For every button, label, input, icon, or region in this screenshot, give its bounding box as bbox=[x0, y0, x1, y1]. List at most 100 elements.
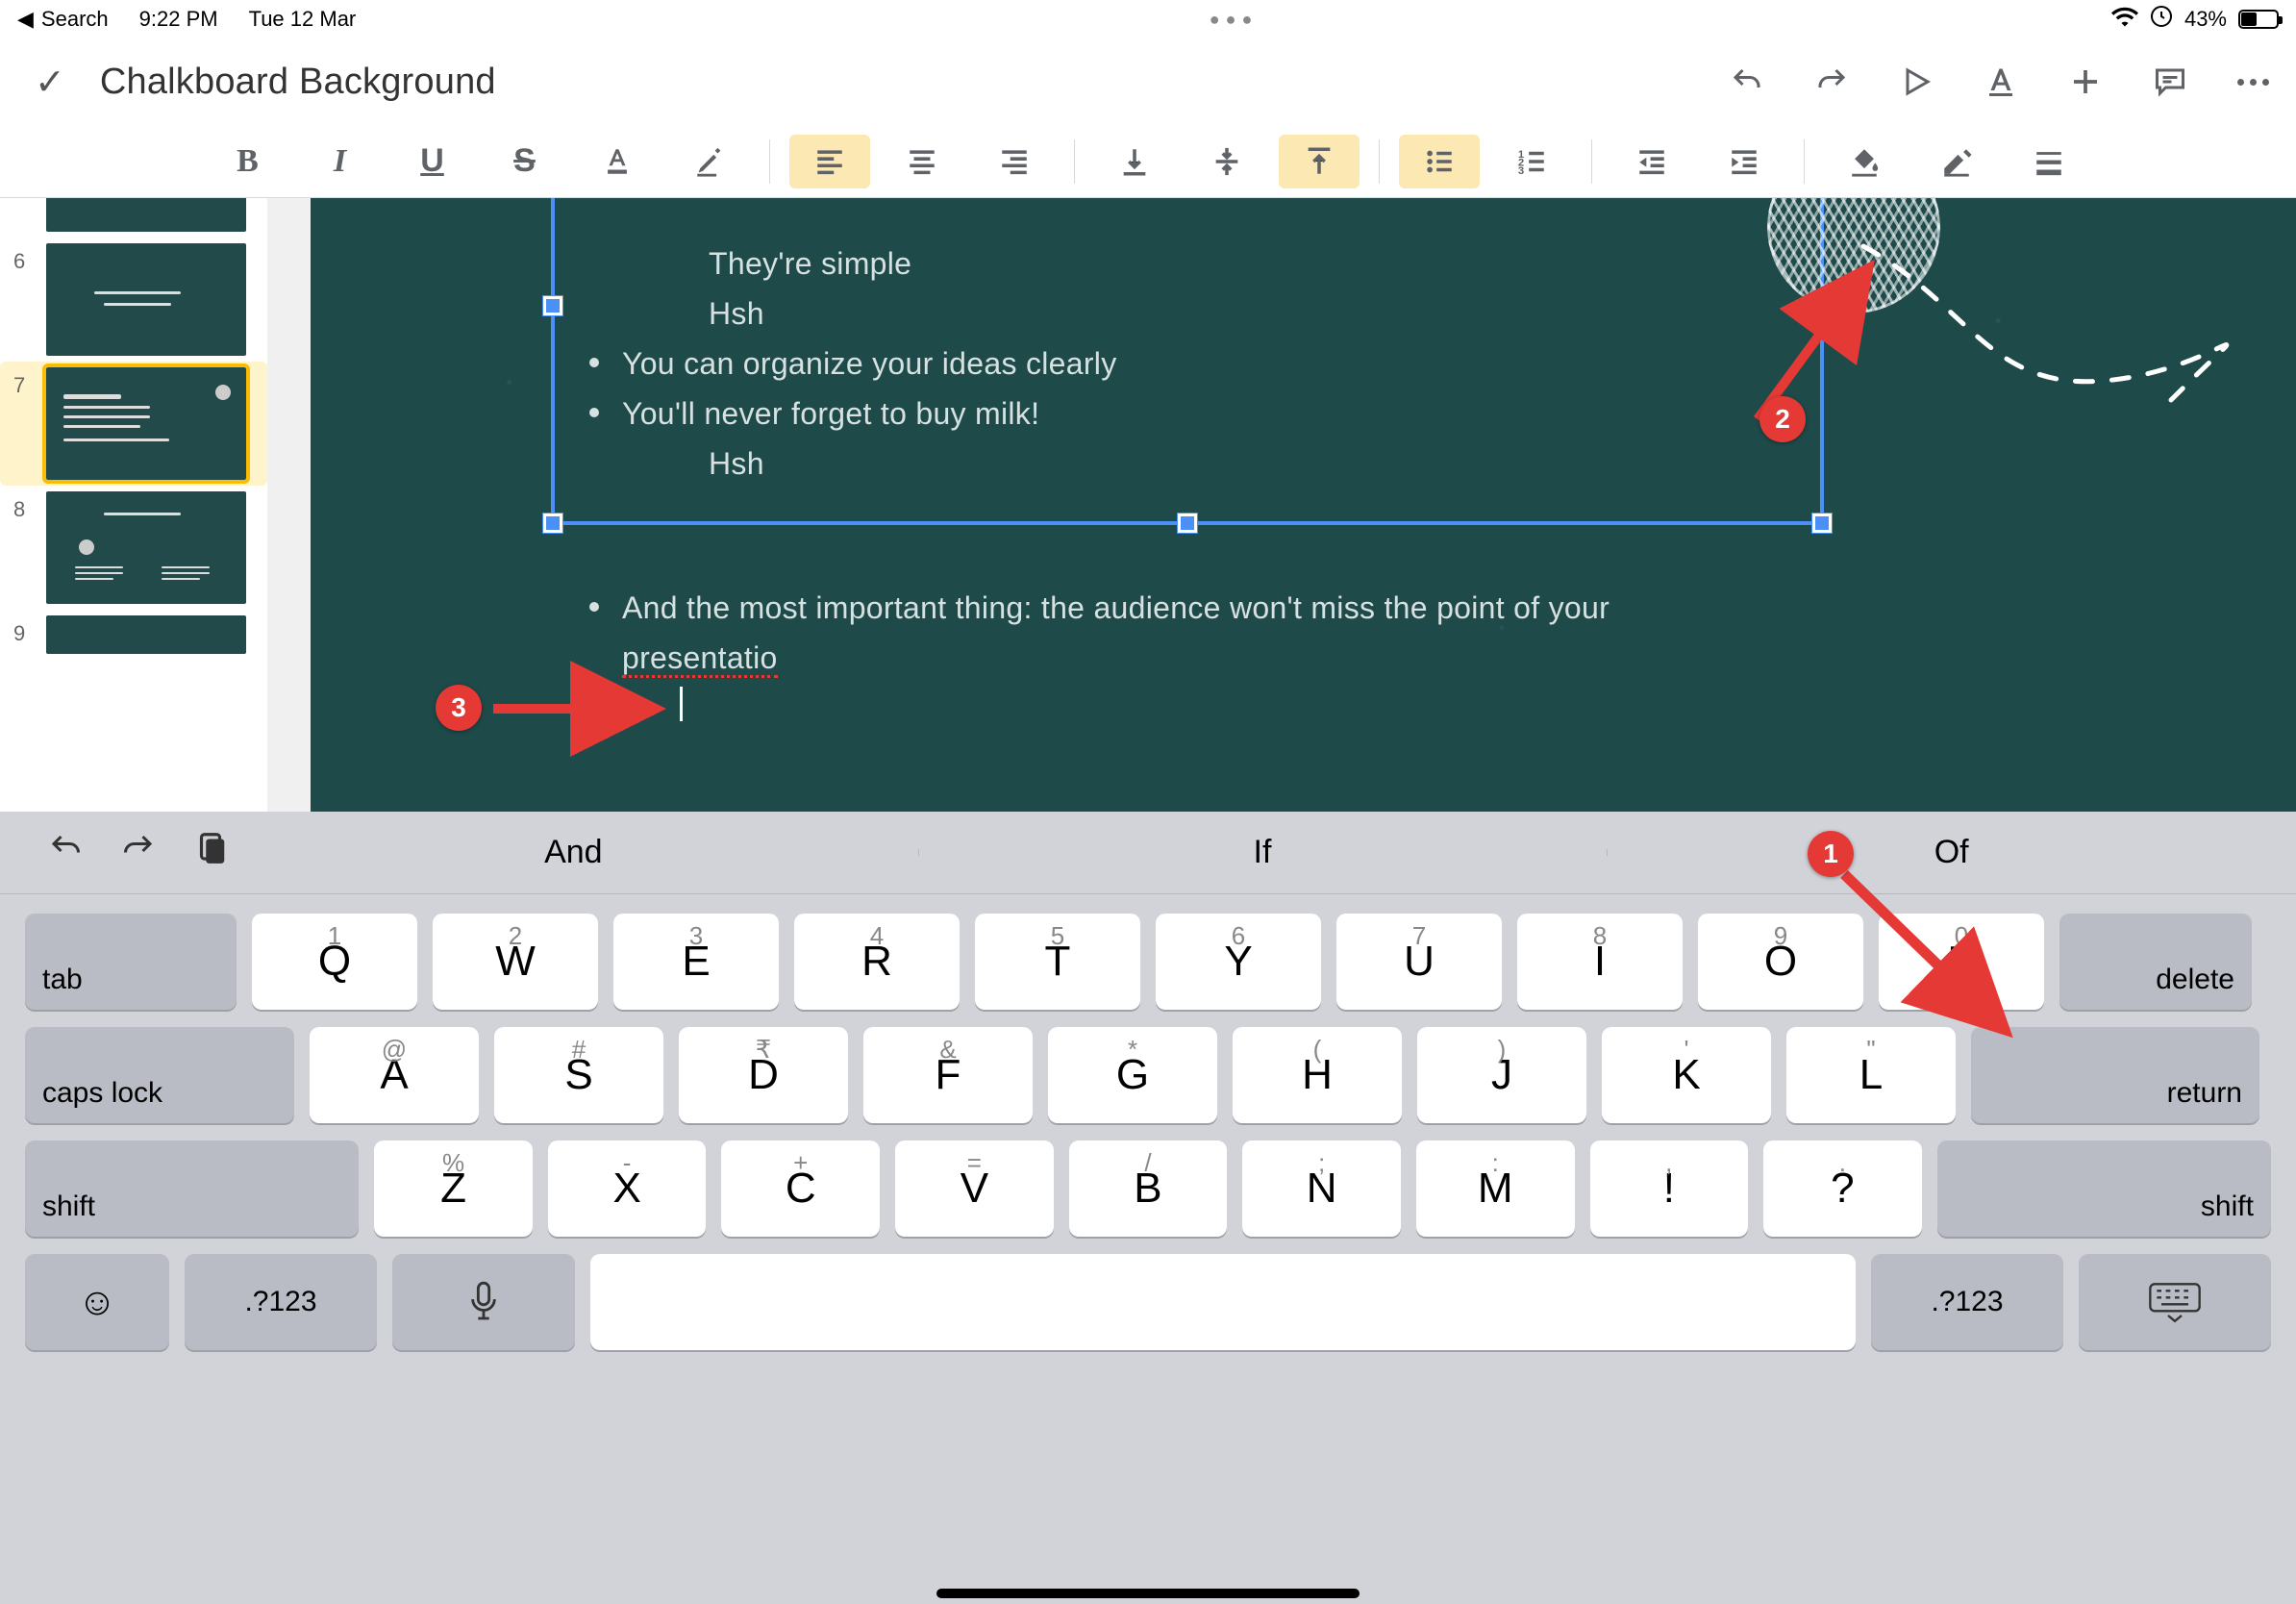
key-space[interactable] bbox=[590, 1254, 1856, 1350]
key-dictation[interactable] bbox=[392, 1254, 575, 1350]
key-d[interactable]: ₹D bbox=[679, 1027, 848, 1123]
ios-keyboard[interactable]: 1 And If Of tab 1Q 2W 3E 4R 5T 6Y 7U 8I … bbox=[0, 812, 2296, 1604]
slide-thumb-selected[interactable]: 7 bbox=[0, 362, 267, 486]
slide-bullet[interactable]: Hsh bbox=[589, 288, 1117, 338]
border-color-button[interactable] bbox=[1916, 135, 1997, 188]
key-z[interactable]: %Z bbox=[374, 1140, 533, 1237]
key-g[interactable]: *G bbox=[1048, 1027, 1217, 1123]
annotation-arrow-1 bbox=[1825, 860, 2036, 1057]
rotation-lock-icon bbox=[2150, 5, 2173, 34]
italic-button[interactable]: I bbox=[300, 135, 381, 188]
status-date: Tue 12 Mar bbox=[249, 7, 357, 32]
key-f[interactable]: &F bbox=[863, 1027, 1033, 1123]
doc-title[interactable]: Chalkboard Background bbox=[100, 62, 496, 103]
key-t[interactable]: 5T bbox=[975, 914, 1140, 1010]
key-m[interactable]: :M bbox=[1416, 1140, 1575, 1237]
key-tab[interactable]: tab bbox=[25, 914, 237, 1010]
indent-increase-button[interactable] bbox=[1704, 135, 1784, 188]
align-right-button[interactable] bbox=[974, 135, 1055, 188]
border-weight-button[interactable] bbox=[2009, 135, 2089, 188]
numbered-list-button[interactable]: 123 bbox=[1491, 135, 1572, 188]
kbd-redo-icon[interactable] bbox=[119, 831, 158, 875]
key-i[interactable]: 8I bbox=[1517, 914, 1683, 1010]
key-k[interactable]: 'K bbox=[1602, 1027, 1771, 1123]
key-delete[interactable]: delete bbox=[2059, 914, 2252, 1010]
annotation-badge-2: 2 bbox=[1759, 396, 1806, 442]
annotation-badge-1: 1 bbox=[1808, 831, 1854, 877]
key-numsym-right[interactable]: .?123 bbox=[1871, 1254, 2063, 1350]
strikethrough-button[interactable]: S bbox=[485, 135, 565, 188]
valign-middle-button[interactable] bbox=[1186, 135, 1267, 188]
key-capslock[interactable]: caps lock bbox=[25, 1027, 294, 1123]
slide-canvas[interactable]: They're simple Hsh You can organize your… bbox=[311, 198, 2296, 812]
slide-thumb[interactable] bbox=[0, 206, 267, 238]
key-j[interactable]: )J bbox=[1417, 1027, 1586, 1123]
present-button[interactable] bbox=[1899, 64, 1934, 99]
key-n[interactable]: ;N bbox=[1242, 1140, 1401, 1237]
key-emoji[interactable]: ☺ bbox=[25, 1254, 169, 1350]
fill-color-button[interactable] bbox=[1824, 135, 1905, 188]
key-exclaim[interactable]: ,! bbox=[1590, 1140, 1749, 1237]
ios-status-bar: ◀ Search 9:22 PM Tue 12 Mar ●●● 43% bbox=[0, 0, 2296, 38]
undo-button[interactable] bbox=[1730, 64, 1764, 99]
annotation-badge-3: 3 bbox=[436, 685, 482, 731]
key-shift-right[interactable]: shift bbox=[1937, 1140, 2271, 1237]
key-x[interactable]: -X bbox=[548, 1140, 707, 1237]
slide-thumbnail-rail[interactable]: 6 7 8 bbox=[0, 198, 267, 812]
key-s[interactable]: #S bbox=[494, 1027, 663, 1123]
app-header: ✓ Chalkboard Background bbox=[0, 38, 2296, 125]
key-h[interactable]: (H bbox=[1233, 1027, 1402, 1123]
battery-percent: 43% bbox=[2184, 7, 2227, 32]
slide-bullet[interactable]: They're simple bbox=[589, 238, 1117, 288]
highlight-button[interactable] bbox=[669, 135, 750, 188]
back-caret-icon[interactable]: ◀ bbox=[17, 7, 34, 32]
redo-button[interactable] bbox=[1814, 64, 1849, 99]
key-numsym-left[interactable]: .?123 bbox=[185, 1254, 377, 1350]
align-center-button[interactable] bbox=[882, 135, 962, 188]
key-r[interactable]: 4R bbox=[794, 914, 960, 1010]
key-q[interactable]: 1Q bbox=[252, 914, 417, 1010]
slide-thumb[interactable]: 8 bbox=[0, 486, 267, 610]
multitask-dots-icon[interactable]: ●●● bbox=[1210, 10, 1259, 30]
home-indicator[interactable] bbox=[936, 1589, 1360, 1598]
back-app-label[interactable]: Search bbox=[41, 7, 109, 32]
underline-button[interactable]: U bbox=[392, 135, 473, 188]
text-format-button[interactable] bbox=[1984, 64, 2018, 99]
indent-decrease-button[interactable] bbox=[1611, 135, 1692, 188]
kbd-undo-icon[interactable] bbox=[46, 831, 85, 875]
key-a[interactable]: @A bbox=[310, 1027, 479, 1123]
bulleted-list-button[interactable] bbox=[1399, 135, 1480, 188]
align-left-button[interactable] bbox=[789, 135, 870, 188]
key-u[interactable]: 7U bbox=[1336, 914, 1502, 1010]
key-w[interactable]: 2W bbox=[433, 914, 598, 1010]
decorative-dashed-line bbox=[1854, 237, 2296, 491]
bold-button[interactable]: B bbox=[208, 135, 288, 188]
done-check-button[interactable]: ✓ bbox=[35, 61, 65, 104]
key-question[interactable]: .? bbox=[1763, 1140, 1922, 1237]
key-v[interactable]: =V bbox=[895, 1140, 1054, 1237]
format-toolbar: B I U S 123 bbox=[0, 125, 2296, 198]
suggestion-word[interactable]: And bbox=[229, 834, 918, 871]
text-color-button[interactable] bbox=[577, 135, 658, 188]
slide-bullet[interactable]: Hsh bbox=[589, 439, 1117, 489]
slide-bullet[interactable]: And the most important thing: the audien… bbox=[589, 583, 1610, 683]
slide-thumb[interactable]: 9 bbox=[0, 610, 267, 660]
key-c[interactable]: +C bbox=[721, 1140, 880, 1237]
valign-bottom-button[interactable] bbox=[1094, 135, 1175, 188]
key-e[interactable]: 3E bbox=[613, 914, 779, 1010]
slide-bullet-empty[interactable] bbox=[589, 687, 1610, 721]
key-dismiss-keyboard[interactable] bbox=[2079, 1254, 2271, 1350]
slide-bullet[interactable]: You'll never forget to buy milk! bbox=[589, 388, 1117, 439]
key-shift-left[interactable]: shift bbox=[25, 1140, 359, 1237]
insert-button[interactable] bbox=[2068, 64, 2103, 99]
comments-button[interactable] bbox=[2153, 64, 2187, 99]
key-b[interactable]: /B bbox=[1069, 1140, 1228, 1237]
misspelled-word[interactable]: presentatio bbox=[622, 640, 778, 678]
valign-top-button[interactable] bbox=[1279, 135, 1360, 188]
more-menu-button[interactable] bbox=[2237, 79, 2269, 86]
kbd-clipboard-icon[interactable] bbox=[192, 830, 229, 876]
slide-thumb[interactable]: 6 bbox=[0, 238, 267, 362]
suggestion-word[interactable]: If bbox=[918, 834, 1608, 871]
slide-bullet[interactable]: You can organize your ideas clearly bbox=[589, 338, 1117, 388]
key-y[interactable]: 6Y bbox=[1156, 914, 1321, 1010]
